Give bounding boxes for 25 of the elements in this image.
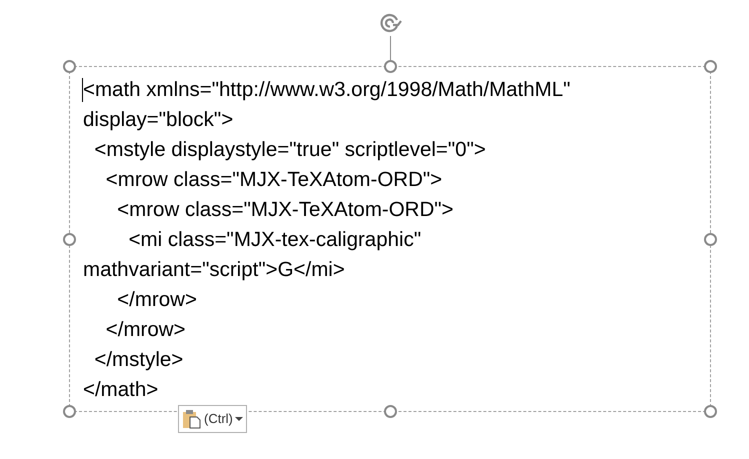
rotate-icon[interactable] [378, 11, 402, 35]
paste-options-button[interactable]: (Ctrl) [178, 405, 247, 433]
code-line: </mrow> [104, 317, 186, 343]
code-line: <mi class="MJX-tex-caligraphic" [128, 227, 422, 253]
resize-handle[interactable] [63, 233, 76, 246]
caret-icon [234, 416, 243, 422]
code-line: <mstyle displaystyle="true" scriptlevel="0"> [93, 137, 486, 163]
code-line: display="block"> [83, 107, 234, 133]
code-line: </math> [83, 377, 158, 403]
resize-handle[interactable] [384, 60, 397, 73]
code-line: <mrow class="MJX-TeXAtom-ORD"> [104, 167, 442, 193]
resize-handle[interactable] [704, 405, 717, 418]
code-line: </mstyle> [93, 347, 184, 373]
rotate-handle-line [390, 36, 391, 60]
resize-handle[interactable] [63, 405, 76, 418]
resize-handle[interactable] [63, 60, 76, 73]
text-cursor [82, 78, 83, 102]
code-line: <mrow class="MJX-TeXAtom-ORD"> [116, 197, 454, 223]
code-line: mathvariant="script">G</mi> [83, 257, 345, 283]
clipboard-icon [182, 409, 202, 429]
resize-handle[interactable] [704, 60, 717, 73]
resize-handle[interactable] [704, 233, 717, 246]
code-line: <math xmlns="http://www.w3.org/1998/Math/MathML" [83, 77, 570, 103]
code-line: </mrow> [116, 287, 197, 313]
resize-handle[interactable] [384, 405, 397, 418]
